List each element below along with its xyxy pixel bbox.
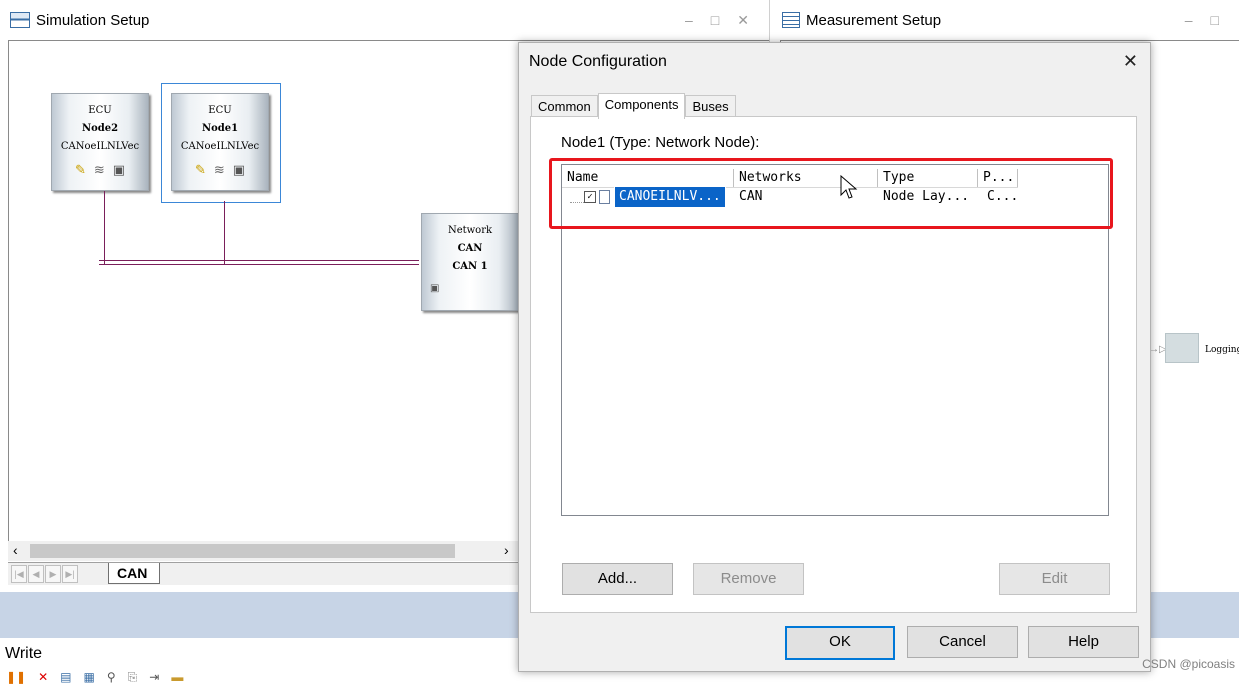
network-card-icon[interactable]: ▣ bbox=[233, 162, 245, 180]
dialog-title: Node Configuration bbox=[529, 53, 667, 70]
options-icon[interactable]: ▤ bbox=[60, 670, 71, 685]
sheet-tab-strip: |◀ ◀ ▶ ▶| CAN bbox=[8, 562, 518, 585]
ecu-node1-block[interactable]: ECU Node1 CANoeILNLVec ✎ ≋ ▣ bbox=[171, 93, 269, 191]
cancel-button[interactable]: Cancel bbox=[907, 626, 1018, 658]
ecu-node2-block[interactable]: ECU Node2 CANoeILNLVec ✎ ≋ ▣ bbox=[51, 93, 149, 191]
delete-icon[interactable]: ✕ bbox=[38, 670, 48, 685]
mouse-cursor-icon bbox=[840, 175, 858, 199]
can-bus-line-top bbox=[99, 260, 419, 261]
network-bus-name: CAN bbox=[457, 243, 483, 254]
node1-bus-drop bbox=[224, 201, 225, 264]
node-module: CANoeILNLVec bbox=[180, 141, 260, 152]
prev-sheet-button[interactable]: ◀ bbox=[28, 565, 44, 583]
first-sheet-button[interactable]: |◀ bbox=[11, 565, 27, 583]
close-button[interactable]: ✕ bbox=[737, 12, 749, 29]
next-sheet-button[interactable]: ▶ bbox=[45, 565, 61, 583]
meas-titlebar: Measurement Setup – □ bbox=[772, 0, 1239, 40]
scroll-right-arrow[interactable]: › bbox=[504, 542, 509, 558]
meas-window-title: Measurement Setup bbox=[806, 11, 942, 29]
network-card-icon[interactable]: ▣ bbox=[430, 283, 439, 294]
folder-icon[interactable]: ▬ bbox=[171, 670, 183, 685]
node-name: Node2 bbox=[81, 123, 119, 134]
pause-icon[interactable]: ❚❚ bbox=[6, 670, 26, 685]
can-bus-line-bottom bbox=[99, 264, 419, 265]
node2-bus-drop bbox=[104, 191, 105, 264]
tab-components[interactable]: Components bbox=[597, 93, 686, 119]
minimize-button[interactable]: – bbox=[1185, 12, 1193, 28]
pencil-icon[interactable]: ✎ bbox=[75, 162, 86, 180]
logging-block-icon[interactable] bbox=[1165, 333, 1199, 363]
minimize-button[interactable]: – bbox=[685, 12, 693, 28]
tab-common[interactable]: Common bbox=[531, 95, 598, 118]
measurement-setup-icon bbox=[782, 12, 800, 28]
ecu-type-label: ECU bbox=[88, 105, 112, 116]
network-can-block[interactable]: Network CAN CAN 1 ▣ bbox=[421, 213, 519, 311]
node-module: CANoeILNLVec bbox=[60, 141, 140, 152]
maximize-button[interactable]: □ bbox=[1211, 12, 1219, 28]
export-icon[interactable]: ⇥ bbox=[149, 670, 159, 685]
ecu-type-label: ECU bbox=[208, 105, 232, 116]
add-button[interactable]: Add... bbox=[562, 563, 673, 595]
node-name: Node1 bbox=[201, 123, 239, 134]
maximize-button[interactable]: □ bbox=[711, 12, 719, 28]
scroll-left-arrow[interactable]: ‹ bbox=[13, 542, 18, 558]
layers-icon[interactable]: ≋ bbox=[94, 162, 105, 180]
network-card-icon[interactable]: ▣ bbox=[113, 162, 125, 180]
node-caption: Node1 (Type: Network Node): bbox=[561, 134, 760, 151]
network-channel: CAN 1 bbox=[452, 261, 488, 272]
layers-icon[interactable]: ≋ bbox=[214, 162, 225, 180]
sim-titlebar: Simulation Setup – □ ✕ bbox=[0, 0, 769, 40]
help-button[interactable]: Help bbox=[1028, 626, 1139, 658]
remove-button[interactable]: Remove bbox=[693, 563, 804, 595]
dialog-tabs: Common Components Buses bbox=[531, 93, 736, 119]
network-type-label: Network bbox=[447, 225, 493, 236]
edit-button[interactable]: Edit bbox=[999, 563, 1110, 595]
close-icon[interactable]: ✕ bbox=[1123, 51, 1138, 72]
simulation-setup-icon bbox=[10, 12, 30, 28]
logging-label: Logging bbox=[1205, 345, 1239, 355]
write-panel-title: Write bbox=[5, 645, 43, 662]
tab-buses[interactable]: Buses bbox=[685, 95, 736, 118]
horizontal-scrollbar[interactable]: ‹ › bbox=[8, 541, 518, 561]
node-configuration-dialog: Node Configuration ✕ Common Components B… bbox=[518, 42, 1151, 672]
binoculars-icon[interactable]: ⚲ bbox=[107, 670, 116, 685]
last-sheet-button[interactable]: ▶| bbox=[62, 565, 78, 583]
filter-icon[interactable]: ▦ bbox=[84, 670, 95, 685]
sim-window-title: Simulation Setup bbox=[36, 11, 150, 29]
pencil-icon[interactable]: ✎ bbox=[195, 162, 206, 180]
watermark: CSDN @picoasis bbox=[1142, 657, 1235, 671]
scroll-thumb[interactable] bbox=[30, 544, 455, 558]
sheet-tab-can[interactable]: CAN bbox=[108, 563, 161, 584]
highlight-box bbox=[549, 158, 1113, 229]
ok-button[interactable]: OK bbox=[785, 626, 895, 660]
copy-icon[interactable]: ⎘ bbox=[128, 670, 138, 685]
write-toolbar: ❚❚ ✕ ▤ ▦ ⚲ ⎘ ⇥ ▬ bbox=[6, 670, 183, 685]
